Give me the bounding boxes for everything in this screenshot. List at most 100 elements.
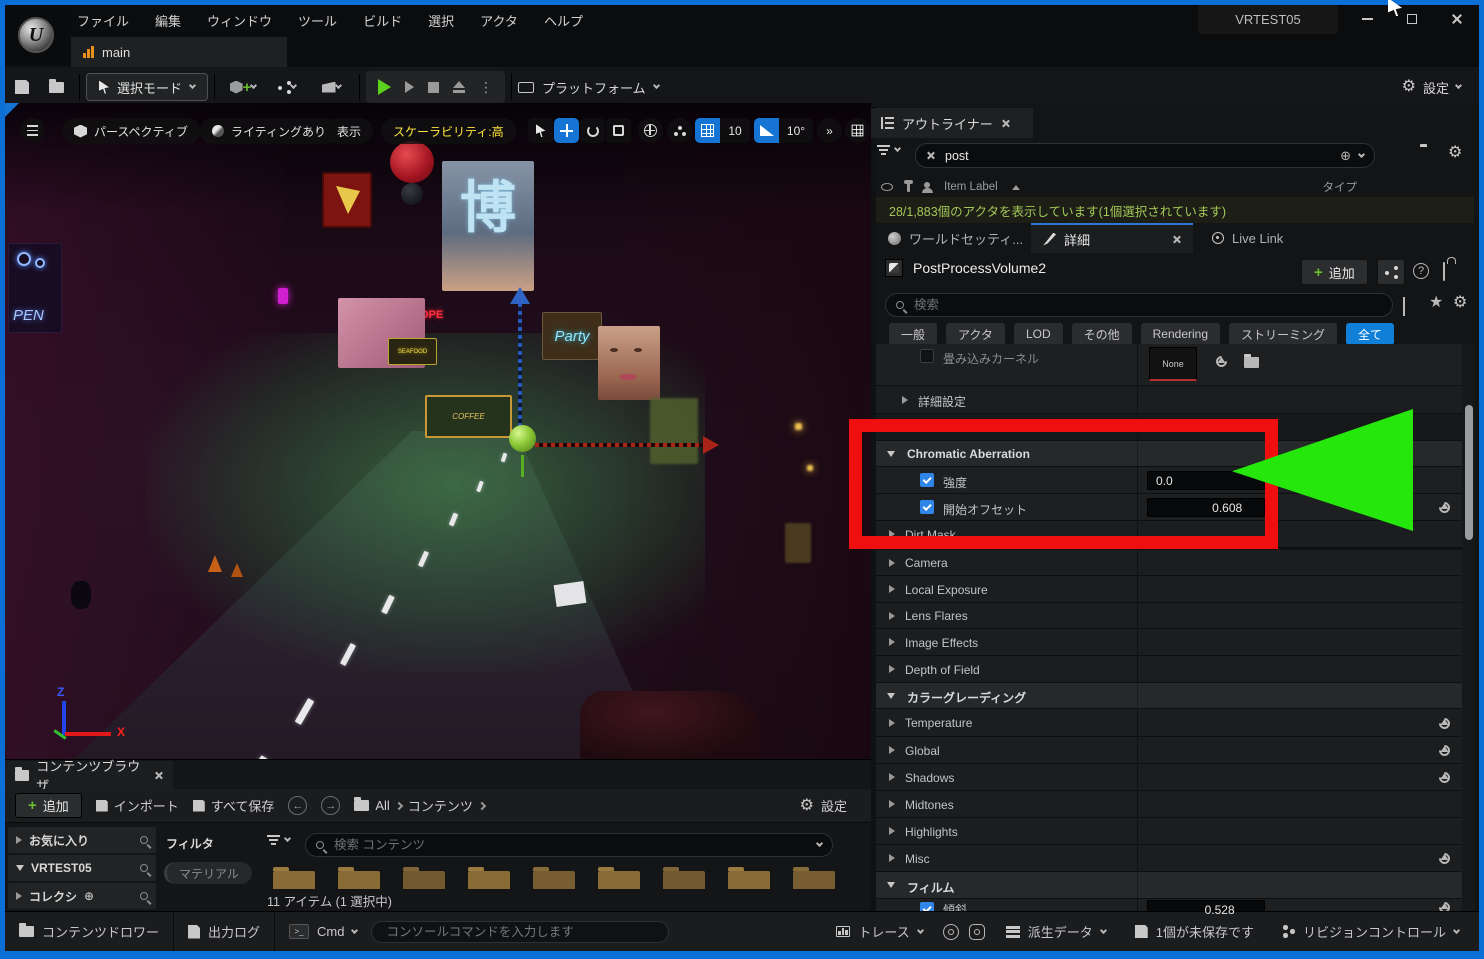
start-offset-checkbox[interactable] <box>920 500 934 514</box>
show-dropdown[interactable]: 表示 <box>325 118 373 144</box>
console-command-field[interactable] <box>371 921 669 943</box>
gizmo-z-arrowhead[interactable] <box>510 287 530 304</box>
project-root-row[interactable]: VRTEST05 <box>8 855 156 881</box>
folder-thumbnail[interactable] <box>598 871 640 889</box>
viewport-options-button[interactable] <box>20 118 45 143</box>
stop-button[interactable] <box>428 82 439 93</box>
back-button[interactable]: ← <box>288 796 307 815</box>
menu-edit[interactable]: 編集 <box>155 11 181 30</box>
tab-content-browser[interactable]: コンテンツブラウザ <box>5 761 173 789</box>
cb-settings-button[interactable]: ⚙ 設定 <box>800 796 861 815</box>
close-tab-icon[interactable] <box>154 771 163 780</box>
blueprints-dropdown[interactable] <box>265 72 309 102</box>
menu-tools[interactable]: ツール <box>298 11 337 30</box>
play-options-button[interactable]: ⋮ <box>479 79 493 96</box>
outliner-search-input[interactable] <box>943 148 1332 164</box>
display-options-button[interactable] <box>1403 298 1405 316</box>
folder-thumbnail[interactable] <box>468 871 510 889</box>
type-column[interactable]: タイプ <box>1323 179 1358 195</box>
collections-row[interactable]: コレクシ⊕ <box>8 883 156 909</box>
property-row-start-offset[interactable]: 開始オフセット 0.608 <box>876 494 1462 521</box>
rotate-tool-button[interactable] <box>580 118 605 143</box>
skip-button[interactable] <box>405 81 414 93</box>
row-shadows[interactable]: Shadows <box>876 764 1462 791</box>
row-global[interactable]: Global <box>876 737 1462 764</box>
cmd-dropdown[interactable]: >_ Cmd <box>275 912 371 951</box>
chip-general[interactable]: 一般 <box>889 323 937 345</box>
pin-column-icon[interactable] <box>907 183 910 192</box>
derived-data-dropdown[interactable]: 派生データ <box>992 922 1120 941</box>
folder-thumbnail[interactable] <box>793 871 835 889</box>
row-temperature[interactable]: Temperature <box>876 709 1462 737</box>
folder-thumbnail[interactable] <box>533 871 575 889</box>
item-label-column[interactable]: Item Label <box>944 181 998 193</box>
property-row-intensity[interactable]: 強度 0.0 <box>876 467 1462 494</box>
close-tab-icon[interactable] <box>1001 119 1010 128</box>
reset-to-default-icon[interactable] <box>1437 743 1453 759</box>
add-actor-dropdown[interactable]: + <box>221 72 265 102</box>
breadcrumb-all[interactable]: All <box>375 798 389 813</box>
row-highlights[interactable]: Highlights <box>876 818 1462 845</box>
details-settings-button[interactable]: ⚙ <box>1453 295 1467 311</box>
outliner-settings-button[interactable]: ⚙ <box>1448 145 1462 161</box>
menu-help[interactable]: ヘルプ <box>544 11 583 30</box>
cb-filter-dropdown[interactable] <box>267 835 290 845</box>
folder-thumbnail[interactable] <box>403 871 445 889</box>
grid-snap-value-dropdown[interactable]: 10 <box>720 118 750 143</box>
section-film[interactable]: フィルム <box>876 872 1462 899</box>
camera-speed-more-button[interactable]: » <box>817 118 842 143</box>
chip-lod[interactable]: LOD <box>1014 323 1063 345</box>
tab-world-settings[interactable]: ワールドセッティ... <box>876 223 1035 253</box>
row-midtones[interactable]: Midtones <box>876 791 1462 818</box>
close-button[interactable] <box>1440 5 1474 33</box>
actor-column-icon[interactable] <box>924 182 930 188</box>
scalability-warning[interactable]: スケーラビリティ:高 <box>381 118 516 144</box>
timer-icon[interactable] <box>969 924 985 940</box>
insights-icon[interactable] <box>943 924 959 940</box>
select-mode-dropdown[interactable]: 選択モード <box>86 73 208 101</box>
details-scrollbar-thumb[interactable] <box>1465 405 1473 540</box>
lock-details-button[interactable] <box>1443 263 1445 281</box>
console-command-input[interactable] <box>384 924 656 940</box>
material-filter-chip[interactable]: マテリアル <box>164 862 252 884</box>
reset-to-default-icon[interactable] <box>1437 770 1453 786</box>
gizmo-x-arrowhead[interactable] <box>703 436 719 454</box>
content-drawer-button[interactable]: コンテンツドロワー <box>5 912 173 951</box>
row-misc[interactable]: Misc <box>876 845 1462 872</box>
viewport-3d[interactable]: PEN 博 OPE SEAFOOD Party COFFEE <box>5 103 871 759</box>
intensity-value-field[interactable]: 0.0 <box>1147 471 1265 490</box>
plus-circle-icon[interactable]: ⊕ <box>1340 148 1351 164</box>
folder-thumbnail[interactable] <box>663 871 705 889</box>
add-component-button[interactable]: + 追加 <box>1301 259 1368 285</box>
chip-all[interactable]: 全て <box>1346 323 1394 345</box>
favorites-button[interactable]: ★ <box>1429 295 1443 311</box>
tab-outliner[interactable]: アウトライナー <box>871 108 1033 138</box>
edit-blueprint-button[interactable] <box>1377 259 1405 285</box>
forward-button[interactable]: → <box>321 796 340 815</box>
trace-dropdown[interactable]: トレース <box>822 922 936 941</box>
revision-control-dropdown[interactable]: リビジョンコントロール <box>1269 922 1479 941</box>
browse-asset-icon[interactable] <box>1244 357 1259 368</box>
search-icon[interactable] <box>140 892 148 900</box>
plus-circle-icon[interactable]: ⊕ <box>84 889 94 903</box>
gizmo-y-axis[interactable] <box>521 455 524 477</box>
rotation-snap-value-dropdown[interactable]: 10° <box>779 118 813 143</box>
details-search-field[interactable] <box>885 293 1393 317</box>
surface-snapping-button[interactable] <box>667 118 692 143</box>
eject-button[interactable] <box>453 81 465 93</box>
outliner-filter-dropdown[interactable] <box>877 145 900 155</box>
cinematics-dropdown[interactable] <box>309 72 353 102</box>
perspective-dropdown[interactable]: パースペクティブ <box>62 118 200 144</box>
save-all-button[interactable]: すべて保存 <box>193 796 275 815</box>
row-depth-of-field[interactable]: Depth of Field <box>876 656 1462 683</box>
tab-main-level[interactable]: main <box>71 37 287 67</box>
unsaved-button[interactable]: 1個が未保存です <box>1121 922 1268 941</box>
kernel-asset-thumbnail[interactable]: None <box>1149 347 1197 381</box>
row-local-exposure[interactable]: Local Exposure <box>876 576 1462 603</box>
search-icon[interactable] <box>140 836 148 844</box>
tab-live-link[interactable]: Live Link <box>1200 223 1295 253</box>
menu-build[interactable]: ビルド <box>363 11 402 30</box>
chip-streaming[interactable]: ストリーミング <box>1229 323 1337 345</box>
chip-misc[interactable]: その他 <box>1072 323 1132 345</box>
maximize-viewport-button[interactable] <box>845 118 870 143</box>
